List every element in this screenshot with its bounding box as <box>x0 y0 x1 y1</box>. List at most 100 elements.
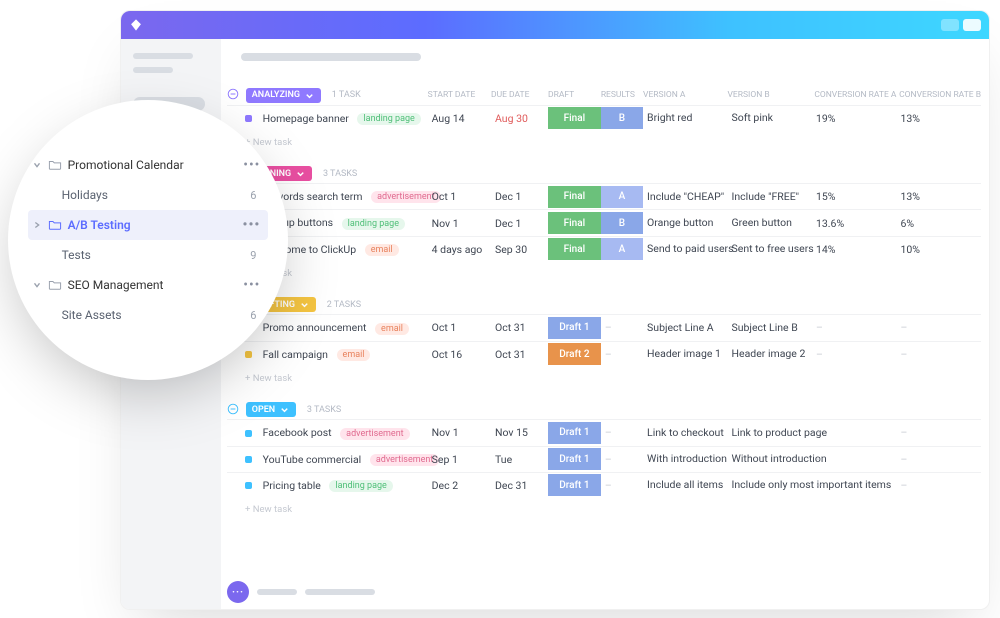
more-icon[interactable]: ••• <box>243 217 265 233</box>
results-cell[interactable]: – <box>601 472 643 498</box>
due-date: Dec 1 <box>491 210 548 236</box>
draft-cell[interactable]: Final <box>548 236 601 262</box>
draft-cell[interactable]: Final <box>548 210 601 236</box>
new-task-row[interactable]: + New task <box>227 498 981 525</box>
task-row[interactable]: Welcome to ClickUp email 4 days ago Sep … <box>227 236 981 262</box>
placeholder-line <box>133 53 193 59</box>
collapse-icon[interactable] <box>227 403 239 415</box>
sidebar-subitem-count: 6 <box>250 309 264 322</box>
version-b: Header image 2 <box>728 341 812 367</box>
results-cell[interactable]: B <box>601 105 643 131</box>
page-title-placeholder <box>241 53 421 61</box>
task-row[interactable]: Fall campaign email Oct 16 Oct 31 Draft … <box>227 341 981 367</box>
status-dot <box>245 456 252 463</box>
app-logo-icon <box>129 18 143 32</box>
sidebar-subitem-label: Tests <box>62 248 91 262</box>
task-tag: email <box>365 244 399 256</box>
conversion-b: – <box>896 420 981 446</box>
draft-cell[interactable]: Draft 1 <box>548 446 601 472</box>
conversion-a: 13.6% <box>812 210 896 236</box>
task-row[interactable]: Promo announcement email Oct 1 Oct 31 Dr… <box>227 315 981 341</box>
chevron-down-icon[interactable] <box>32 280 42 290</box>
conversion-b: 13% <box>896 105 981 131</box>
new-task-row[interactable]: + New task <box>227 131 981 158</box>
results-cell[interactable]: – <box>601 341 643 367</box>
results-cell[interactable]: – <box>601 446 643 472</box>
list-canvas: ANALYZING 1 TASK START DATE DUE DATE DRA… <box>221 39 989 609</box>
due-date: Nov 15 <box>491 420 548 446</box>
chevron-down-icon[interactable] <box>32 160 42 170</box>
status-chip[interactable]: ANALYZING <box>246 88 321 103</box>
task-row[interactable]: Signup buttons landing page Nov 1 Dec 1 … <box>227 210 981 236</box>
task-row[interactable]: Adwords search term advertisement Oct 1 … <box>227 184 981 210</box>
task-tag: advertisement <box>371 191 440 203</box>
version-a: Header image 1 <box>643 341 727 367</box>
conversion-b: – <box>896 472 981 498</box>
folder-icon <box>48 279 62 291</box>
status-dot <box>245 351 252 358</box>
task-row[interactable]: Pricing table landing page Dec 2 Dec 31 … <box>227 472 981 498</box>
version-a: Subject Line A <box>643 315 727 341</box>
start-date: Aug 14 <box>428 105 491 131</box>
chat-button[interactable]: ··· <box>227 581 249 603</box>
results-cell[interactable]: B <box>601 210 643 236</box>
version-b: Include only most important items <box>728 472 812 498</box>
version-b: Subject Line B <box>728 315 812 341</box>
version-a: Include "CHEAP" <box>643 184 727 210</box>
sidebar-subitem[interactable]: Tests 9 <box>28 240 269 270</box>
status-dot <box>245 430 252 437</box>
draft-cell[interactable]: Final <box>548 105 601 131</box>
task-name: Facebook post <box>263 426 332 439</box>
collapse-icon[interactable] <box>227 88 239 100</box>
due-date: Dec 1 <box>491 184 548 210</box>
more-icon[interactable]: ••• <box>243 277 264 293</box>
draft-cell[interactable]: Draft 1 <box>548 420 601 446</box>
status-chip[interactable]: OPEN <box>246 402 296 417</box>
start-date: Oct 1 <box>428 315 491 341</box>
tasks-table: ANALYZING 1 TASK START DATE DUE DATE DRA… <box>227 79 981 525</box>
task-row[interactable]: Facebook post advertisement Nov 1 Nov 15… <box>227 420 981 446</box>
results-cell[interactable]: – <box>601 420 643 446</box>
draft-cell[interactable]: Final <box>548 184 601 210</box>
task-tag: advertisement <box>370 454 439 466</box>
conversion-b: – <box>896 446 981 472</box>
window-maximize-button[interactable] <box>963 19 981 31</box>
task-name: Fall campaign <box>263 348 328 361</box>
task-tag: advertisement <box>340 428 409 440</box>
sidebar-item[interactable]: SEO Management ••• <box>28 270 269 300</box>
version-a: Send to paid users <box>643 236 727 262</box>
draft-cell[interactable]: Draft 1 <box>548 315 601 341</box>
draft-cell[interactable]: Draft 2 <box>548 341 601 367</box>
new-task-row[interactable]: + New task <box>227 367 981 394</box>
draft-cell[interactable]: Draft 1 <box>548 472 601 498</box>
sidebar-item-label: SEO Management <box>68 278 164 292</box>
results-cell[interactable]: A <box>601 184 643 210</box>
task-count: 2 TASKS <box>327 300 361 310</box>
bottom-bar: ··· <box>227 581 375 603</box>
version-a: Bright red <box>643 105 727 131</box>
conversion-a: 14% <box>812 236 896 262</box>
version-b: Soft pink <box>728 105 812 131</box>
task-count: 3 TASKS <box>323 169 357 179</box>
task-name: Pricing table <box>263 479 321 492</box>
window-minimize-button[interactable] <box>941 19 959 31</box>
conversion-b: 10% <box>896 236 981 262</box>
sidebar-subitem[interactable]: Holidays 6 <box>28 180 269 210</box>
conversion-b: 6% <box>896 210 981 236</box>
conversion-b: – <box>896 315 981 341</box>
task-row[interactable]: YouTube commercial advertisement Sep 1 T… <box>227 446 981 472</box>
sidebar-subitem[interactable]: Site Assets 6 <box>28 300 269 330</box>
conversion-a: 19% <box>812 105 896 131</box>
start-date: Oct 16 <box>428 341 491 367</box>
more-icon[interactable]: ••• <box>243 157 264 173</box>
sidebar-item[interactable]: A/B Testing ••• <box>28 210 269 240</box>
task-row[interactable]: Homepage banner landing page Aug 14 Aug … <box>227 105 981 131</box>
section-header: DRAFTING 2 TASKS <box>227 289 981 315</box>
new-task-row[interactable]: + New task <box>227 262 981 289</box>
results-cell[interactable]: A <box>601 236 643 262</box>
status-dot <box>245 115 252 122</box>
task-tag: landing page <box>357 113 420 125</box>
sidebar-item[interactable]: Promotional Calendar ••• <box>28 150 269 180</box>
chevron-right-icon[interactable] <box>32 220 42 230</box>
results-cell[interactable]: – <box>601 315 643 341</box>
